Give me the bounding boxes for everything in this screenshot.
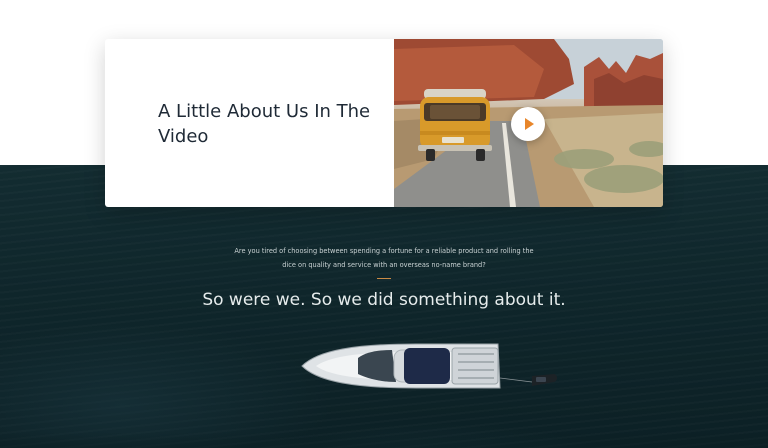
- card-title: A Little About Us In The Video: [158, 101, 371, 147]
- play-button[interactable]: [511, 107, 545, 141]
- about-video-card: A Little About Us In The Video: [105, 39, 663, 207]
- video-thumbnail[interactable]: [394, 39, 663, 207]
- intro-text: Are you tired of choosing between spendi…: [234, 247, 534, 269]
- tagline: So were we. So we did something about it…: [202, 290, 566, 310]
- accent-divider: [377, 278, 391, 279]
- play-icon: [525, 118, 534, 130]
- bottom-fade: [0, 432, 768, 448]
- yacht-image: [301, 343, 557, 389]
